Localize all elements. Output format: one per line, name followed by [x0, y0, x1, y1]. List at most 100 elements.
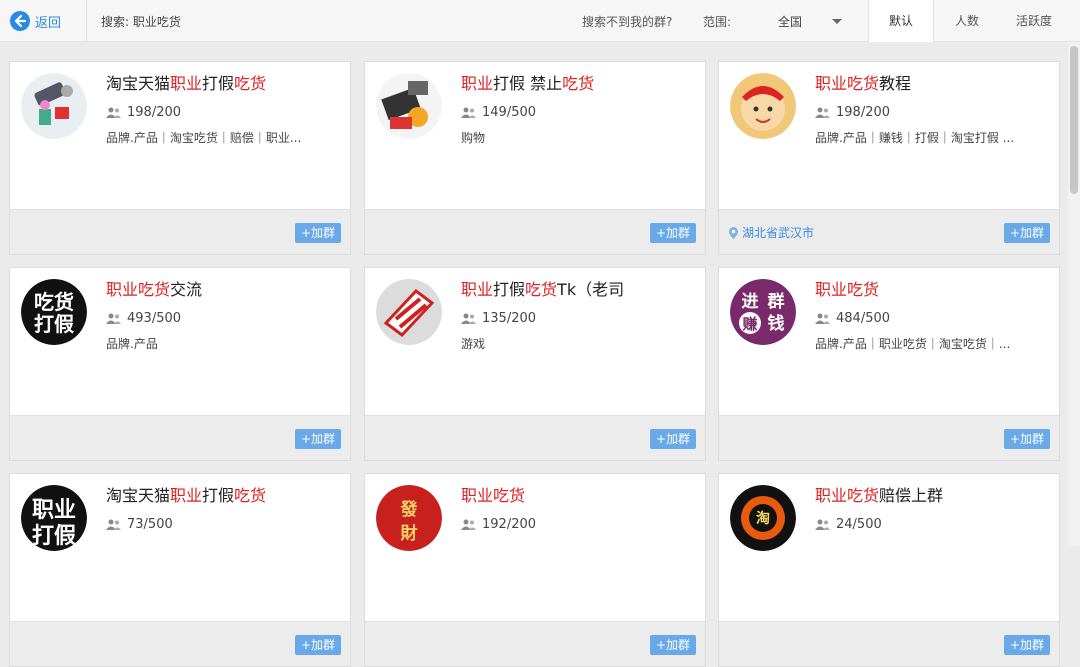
- group-title[interactable]: 淘宝天猫职业打假吃货: [106, 73, 342, 95]
- title-text: 淘宝天猫: [106, 74, 171, 93]
- group-card[interactable]: 职业 打假 淘宝天猫职业打假吃货 73/500 +加群: [9, 473, 351, 667]
- title-keyword-highlight: 职业: [461, 74, 494, 93]
- join-group-button[interactable]: +加群: [1003, 635, 1050, 655]
- group-card[interactable]: 發財职业吃货 192/200 +加群: [364, 473, 706, 667]
- svg-text:职业: 职业: [32, 498, 76, 523]
- not-found-link[interactable]: 搜索不到我的群?: [582, 13, 672, 30]
- join-group-button[interactable]: +加群: [1003, 429, 1050, 449]
- group-card[interactable]: 淘 职业吃货赔偿上群 24/500 +加群: [718, 473, 1060, 667]
- group-avatar[interactable]: [730, 73, 796, 139]
- member-count-value: 484/500: [836, 311, 891, 326]
- card-footer: +加群: [365, 415, 705, 460]
- member-count: 24/500: [815, 517, 882, 532]
- group-card[interactable]: 淘宝天猫职业打假吃货 198/200 品牌.产品｜淘宝吃货｜赔偿｜职业... +加群: [9, 61, 351, 255]
- group-avatar[interactable]: 职业 打假: [21, 485, 87, 551]
- group-card[interactable]: 吃货 打假 职业吃货交流 493/500 品牌.产品 +加群: [9, 267, 351, 461]
- title-keyword-highlight: 职业: [461, 280, 494, 299]
- back-label: 返回: [35, 15, 62, 31]
- group-avatar[interactable]: 發財: [376, 485, 442, 551]
- member-count-value: 192/200: [482, 517, 537, 532]
- group-card[interactable]: 职业打假 禁止吃货 149/500 购物 +加群: [364, 61, 706, 255]
- group-tags: 品牌.产品: [106, 337, 158, 351]
- card-footer: +加群: [719, 621, 1059, 666]
- card-footer: +加群: [365, 209, 705, 254]
- join-group-button[interactable]: +加群: [294, 223, 341, 243]
- title-text: 交流: [170, 280, 203, 299]
- title-text: Tk（老司: [557, 280, 625, 299]
- member-count: 198/200: [106, 105, 181, 120]
- title-text: 打假: [493, 280, 526, 299]
- svg-text:钱: 钱: [768, 313, 785, 334]
- member-count: 198/200: [815, 105, 890, 120]
- group-avatar[interactable]: [21, 73, 87, 139]
- group-tags: 品牌.产品｜职业吃货｜淘宝吃货｜...: [815, 337, 1011, 351]
- back-arrow-icon: [10, 11, 30, 31]
- member-count: 73/500: [106, 517, 173, 532]
- svg-text:打假: 打假: [34, 312, 75, 336]
- group-title[interactable]: 职业吃货赔偿上群: [815, 485, 1051, 507]
- title-keyword-highlight: 职业吃货: [815, 74, 880, 93]
- members-icon: [815, 107, 830, 118]
- title-keyword-highlight: 职业: [170, 74, 203, 93]
- join-group-button[interactable]: +加群: [649, 223, 696, 243]
- member-count-value: 135/200: [482, 311, 537, 326]
- group-avatar[interactable]: 进群赚钱: [730, 279, 796, 345]
- group-card[interactable]: 职业打假吃货Tk（老司 135/200 游戏 +加群: [364, 267, 706, 461]
- title-keyword-highlight: 职业吃货: [106, 280, 171, 299]
- card-footer: +加群: [365, 621, 705, 666]
- group-title[interactable]: 职业吃货教程: [815, 73, 1051, 95]
- group-title[interactable]: 职业吃货: [815, 279, 1051, 301]
- tab-sort-members[interactable]: 人数: [934, 0, 1000, 42]
- group-tags: 购物: [461, 131, 486, 145]
- join-group-button[interactable]: +加群: [294, 429, 341, 449]
- member-count-value: 149/500: [482, 105, 537, 120]
- group-card[interactable]: 进群赚钱职业吃货 484/500 品牌.产品｜职业吃货｜淘宝吃货｜... +加群: [718, 267, 1060, 461]
- group-title[interactable]: 淘宝天猫职业打假吃货: [106, 485, 342, 507]
- svg-text:發: 發: [400, 499, 418, 520]
- title-keyword-highlight: 吃货: [562, 74, 595, 93]
- range-select[interactable]: 全国: [768, 8, 848, 34]
- group-avatar[interactable]: [376, 279, 442, 345]
- back-button[interactable]: 返回: [10, 9, 61, 33]
- title-text: 打假 禁止: [493, 74, 563, 93]
- tab-sort-activity[interactable]: 活跃度: [1001, 0, 1067, 42]
- card-footer: +加群: [10, 415, 350, 460]
- join-group-button[interactable]: +加群: [649, 429, 696, 449]
- title-keyword-highlight: 职业吃货: [815, 486, 880, 505]
- group-title[interactable]: 职业吃货: [461, 485, 697, 507]
- member-count-value: 493/500: [127, 311, 182, 326]
- members-icon: [106, 519, 121, 530]
- group-tags: 品牌.产品｜赚钱｜打假｜淘宝打假 ...: [815, 131, 1015, 145]
- group-title[interactable]: 职业打假 禁止吃货: [461, 73, 697, 95]
- tab-sort-default[interactable]: 默认: [868, 0, 934, 42]
- member-count-value: 198/200: [836, 105, 891, 120]
- group-card[interactable]: 职业吃货教程 198/200 品牌.产品｜赚钱｜打假｜淘宝打假 ... 湖北省武汉市 +…: [718, 61, 1060, 255]
- members-icon: [815, 313, 830, 324]
- group-avatar[interactable]: [376, 73, 442, 139]
- member-count: 135/200: [461, 311, 536, 326]
- group-title[interactable]: 职业打假吃货Tk（老司: [461, 279, 697, 301]
- divider: [86, 0, 87, 42]
- join-group-button[interactable]: +加群: [649, 635, 696, 655]
- svg-text:进: 进: [742, 292, 759, 312]
- scrollbar-thumb[interactable]: [1070, 46, 1078, 194]
- title-text: 教程: [879, 74, 912, 93]
- member-count: 149/500: [461, 105, 536, 120]
- join-group-button[interactable]: +加群: [1003, 223, 1050, 243]
- group-location: 湖北省武汉市: [729, 224, 814, 241]
- members-icon: [461, 519, 476, 530]
- title-keyword-highlight: 吃货: [234, 486, 267, 505]
- members-icon: [815, 519, 830, 530]
- group-avatar[interactable]: 吃货 打假: [21, 279, 87, 345]
- range-label: 范围:: [703, 15, 732, 29]
- location-pin-icon: [729, 226, 738, 239]
- members-icon: [461, 107, 476, 118]
- group-avatar[interactable]: 淘: [730, 485, 796, 551]
- join-group-button[interactable]: +加群: [294, 635, 341, 655]
- member-count: 484/500: [815, 311, 890, 326]
- title-text: 打假: [202, 486, 235, 505]
- svg-text:財: 財: [400, 523, 418, 544]
- svg-text:群: 群: [768, 291, 785, 312]
- group-title[interactable]: 职业吃货交流: [106, 279, 342, 301]
- member-count-value: 73/500: [127, 517, 173, 532]
